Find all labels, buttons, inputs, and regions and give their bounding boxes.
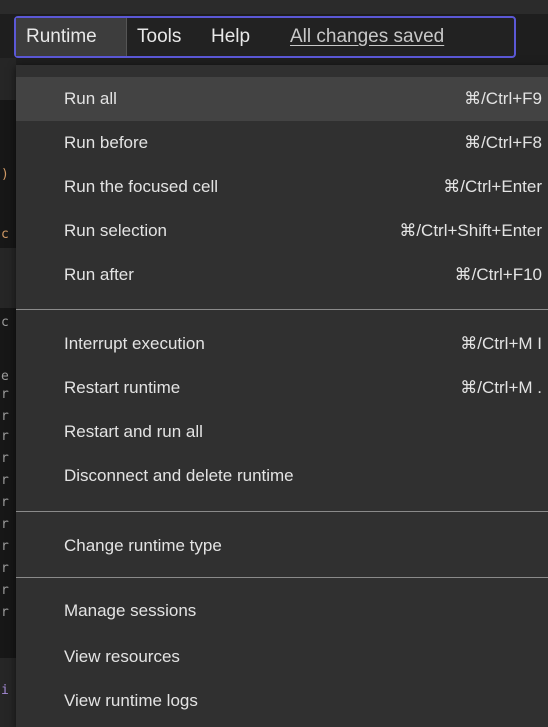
menu-runtime[interactable]: Runtime: [16, 18, 127, 56]
gutter-band: [0, 248, 16, 308]
gutter-glyph: r: [1, 387, 9, 402]
menu-item-manage-sessions[interactable]: Manage sessions: [16, 589, 548, 633]
menu-item-disconnect-delete-runtime[interactable]: Disconnect and delete runtime: [16, 454, 548, 498]
gutter-glyph: ): [1, 167, 9, 182]
menu-item-run-focused-cell[interactable]: Run the focused cell ⌘/Ctrl+Enter: [16, 165, 548, 209]
menu-item-label: Change runtime type: [64, 536, 222, 555]
menu-item-shortcut: ⌘/Ctrl+Enter: [443, 177, 542, 196]
menu-help[interactable]: Help: [201, 18, 260, 56]
menu-separator: [16, 511, 548, 512]
gutter-glyph: c: [1, 315, 9, 330]
menu-item-label: Run the focused cell: [64, 177, 219, 196]
menu-item-label: Restart and run all: [64, 422, 203, 441]
gutter-glyph: e: [1, 369, 9, 384]
menu-separator: [16, 577, 548, 578]
menu-item-label: Run all: [64, 89, 117, 108]
menu-item-label: Run selection: [64, 221, 168, 240]
menu-item-label: View resources: [64, 647, 180, 666]
menu-item-view-resources[interactable]: View resources: [16, 635, 548, 679]
gutter-glyph: r: [1, 409, 9, 424]
menu-item-shortcut: ⌘/Ctrl+M I: [460, 334, 542, 353]
menu-item-label: Disconnect and delete runtime: [64, 466, 294, 485]
menu-item-run-after[interactable]: Run after ⌘/Ctrl+F10: [16, 253, 548, 297]
gutter-glyph: i: [1, 683, 9, 698]
menu-item-run-all[interactable]: Run all ⌘/Ctrl+F9: [16, 77, 548, 121]
menu-item-shortcut: ⌘/Ctrl+F10: [454, 265, 542, 284]
menu-tools[interactable]: Tools: [127, 18, 191, 56]
gutter-glyph: r: [1, 451, 9, 466]
menu-item-run-selection[interactable]: Run selection ⌘/Ctrl+Shift+Enter: [16, 209, 548, 253]
menu-item-label: Manage sessions: [64, 601, 197, 620]
gutter-glyph: r: [1, 605, 9, 620]
menu-item-label: Run after: [64, 265, 134, 284]
gutter-glyph: r: [1, 517, 9, 532]
gutter-glyph: r: [1, 495, 9, 510]
menu-item-restart-and-run-all[interactable]: Restart and run all: [16, 410, 548, 454]
menu-item-shortcut: ⌘/Ctrl+F8: [464, 133, 542, 152]
menu-item-label: Run before: [64, 133, 149, 152]
menu-item-view-runtime-logs[interactable]: View runtime logs: [16, 679, 548, 723]
menu-item-label: View runtime logs: [64, 691, 198, 710]
gutter-glyph: r: [1, 561, 9, 576]
menu-item-restart-runtime[interactable]: Restart runtime ⌘/Ctrl+M .: [16, 366, 548, 410]
menu-item-label: Interrupt execution: [64, 334, 205, 353]
gutter-glyph: r: [1, 473, 9, 488]
gutter-glyph: c: [1, 227, 9, 242]
editor-gutter: ) c c e r r r r r r r r r r r i: [0, 58, 16, 727]
menu-item-shortcut: ⌘/Ctrl+Shift+Enter: [399, 221, 542, 240]
menu-item-shortcut: ⌘/Ctrl+M .: [460, 378, 542, 397]
menu-separator: [16, 309, 548, 310]
menubar: Runtime Tools Help All changes saved: [14, 16, 516, 58]
gutter-band: [0, 58, 16, 100]
menu-item-interrupt-execution[interactable]: Interrupt execution ⌘/Ctrl+M I: [16, 322, 548, 366]
menu-item-run-before[interactable]: Run before ⌘/Ctrl+F8: [16, 121, 548, 165]
menu-item-change-runtime-type[interactable]: Change runtime type: [16, 524, 548, 568]
gutter-glyph: r: [1, 583, 9, 598]
gutter-glyph: r: [1, 429, 9, 444]
colab-runtime-menu-screen: Runtime Tools Help All changes saved ) c…: [0, 0, 548, 727]
runtime-dropdown-menu: Run all ⌘/Ctrl+F9 Run before ⌘/Ctrl+F8 R…: [16, 65, 548, 727]
menu-item-label: Restart runtime: [64, 378, 181, 397]
top-strip: [0, 0, 548, 14]
save-status-link[interactable]: All changes saved: [280, 18, 454, 56]
menu-item-shortcut: ⌘/Ctrl+F9: [464, 89, 542, 108]
gutter-glyph: r: [1, 539, 9, 554]
